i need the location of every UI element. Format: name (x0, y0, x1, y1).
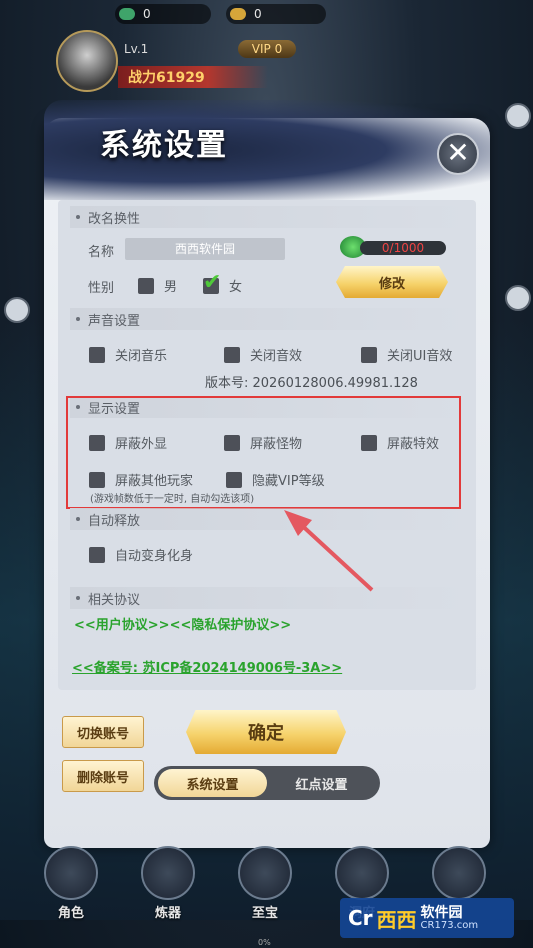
auto-transform-option[interactable]: 自动变身化身 (89, 545, 193, 564)
auto-transform-label: 自动变身化身 (115, 549, 194, 564)
nav-item-character[interactable]: 角色 (40, 842, 102, 922)
currency-gold-value: 0 (254, 7, 262, 21)
section-auto-label: 自动释放 (88, 513, 141, 529)
gender-female-option[interactable]: 女 (203, 270, 243, 295)
rename-card-count: 0/1000 (360, 241, 446, 255)
mute-ui-option[interactable]: 关闭UI音效 (361, 345, 452, 364)
delete-account-button[interactable]: 删除账号 (62, 760, 144, 792)
shuriken-icon[interactable] (505, 285, 531, 311)
bullet-icon (76, 596, 80, 600)
loading-percent: 0% (258, 938, 271, 947)
player-level: Lv.1 (124, 42, 149, 56)
section-sound: 声音设置 (70, 308, 470, 330)
shuriken-icon[interactable] (4, 297, 30, 323)
cave-icon (335, 846, 389, 900)
highlight-box (66, 396, 461, 509)
player-avatar[interactable] (56, 30, 118, 92)
vip-badge[interactable]: VIP 0 (238, 40, 296, 58)
nav-item-treasure[interactable]: 至宝 (234, 842, 296, 922)
checkbox-mute-music[interactable] (89, 346, 105, 363)
portrait-icon (432, 846, 486, 900)
confirm-button[interactable]: 确定 (186, 710, 346, 754)
icp-link[interactable]: <<备案号: 苏ICP备2024149006号-3A>> (72, 657, 342, 676)
switch-account-button[interactable]: 切换账号 (62, 716, 144, 748)
bullet-icon (76, 317, 80, 321)
watermark-a: Cr (348, 906, 373, 930)
gender-female-label: 女 (229, 280, 243, 295)
watermark-d: CR173.com (420, 919, 479, 931)
name-field[interactable]: 西西软件园 (125, 238, 285, 260)
currency-jade: 0 (115, 4, 211, 24)
gender-male-label: 男 (164, 280, 178, 295)
watermark-logo: Cr 西西 软件园 CR173.com (340, 898, 514, 938)
jade-icon (119, 8, 135, 20)
checkbox-male[interactable] (138, 277, 154, 294)
mute-ui-label: 关闭UI音效 (387, 349, 453, 364)
nav-treasure-label: 至宝 (251, 906, 278, 921)
gold-ingot-icon (230, 8, 246, 20)
section-agreement-label: 相关协议 (88, 592, 141, 608)
shuriken-icon[interactable] (505, 103, 531, 129)
close-icon[interactable]: ✕ (437, 133, 479, 175)
section-auto: 自动释放 (70, 508, 470, 530)
version-text: 版本号: 20260128006.49981.128 (205, 376, 418, 391)
mute-sfx-label: 关闭音效 (250, 349, 303, 364)
watermark-b: 西西 (376, 907, 417, 932)
checkbox-mute-ui[interactable] (361, 346, 377, 363)
tab-system-settings[interactable]: 系统设置 (158, 769, 267, 797)
section-sound-label: 声音设置 (88, 313, 141, 329)
treasure-icon (238, 846, 292, 900)
dialog-title: 系统设置 (100, 128, 228, 163)
gender-male-option[interactable]: 男 (138, 276, 177, 295)
agreement-links[interactable]: <<用户协议>><<隐私保护协议>> (74, 614, 291, 633)
checkbox-mute-sfx[interactable] (224, 346, 240, 363)
section-agreement: 相关协议 (70, 587, 470, 609)
settings-tabs: 系统设置 红点设置 (154, 766, 380, 800)
mute-sfx-option[interactable]: 关闭音效 (224, 345, 302, 364)
watermark-c: 软件园 (420, 904, 463, 921)
nav-item-forge[interactable]: 炼器 (137, 842, 199, 922)
tab-reddot-settings[interactable]: 红点设置 (267, 769, 376, 797)
checkbox-auto-transform[interactable] (89, 546, 105, 563)
watermark-text: 软件园 CR173.com (421, 906, 479, 931)
section-rename-label: 改名换性 (88, 211, 141, 227)
bullet-icon (76, 517, 80, 521)
name-label: 名称 (88, 245, 115, 260)
character-icon (44, 846, 98, 900)
furnace-icon (141, 846, 195, 900)
currency-jade-value: 0 (143, 7, 151, 21)
combat-power: 战力61929 (118, 66, 268, 88)
bullet-icon (76, 215, 80, 219)
checkbox-female[interactable] (203, 270, 221, 295)
section-rename: 改名换性 (70, 206, 470, 228)
currency-gold: 0 (226, 4, 326, 24)
nav-character-label: 角色 (57, 906, 84, 921)
gender-label: 性别 (88, 281, 115, 296)
edit-button[interactable]: 修改 (336, 266, 448, 298)
mute-music-option[interactable]: 关闭音乐 (89, 345, 167, 364)
mute-music-label: 关闭音乐 (115, 349, 168, 364)
nav-forge-label: 炼器 (154, 906, 181, 921)
